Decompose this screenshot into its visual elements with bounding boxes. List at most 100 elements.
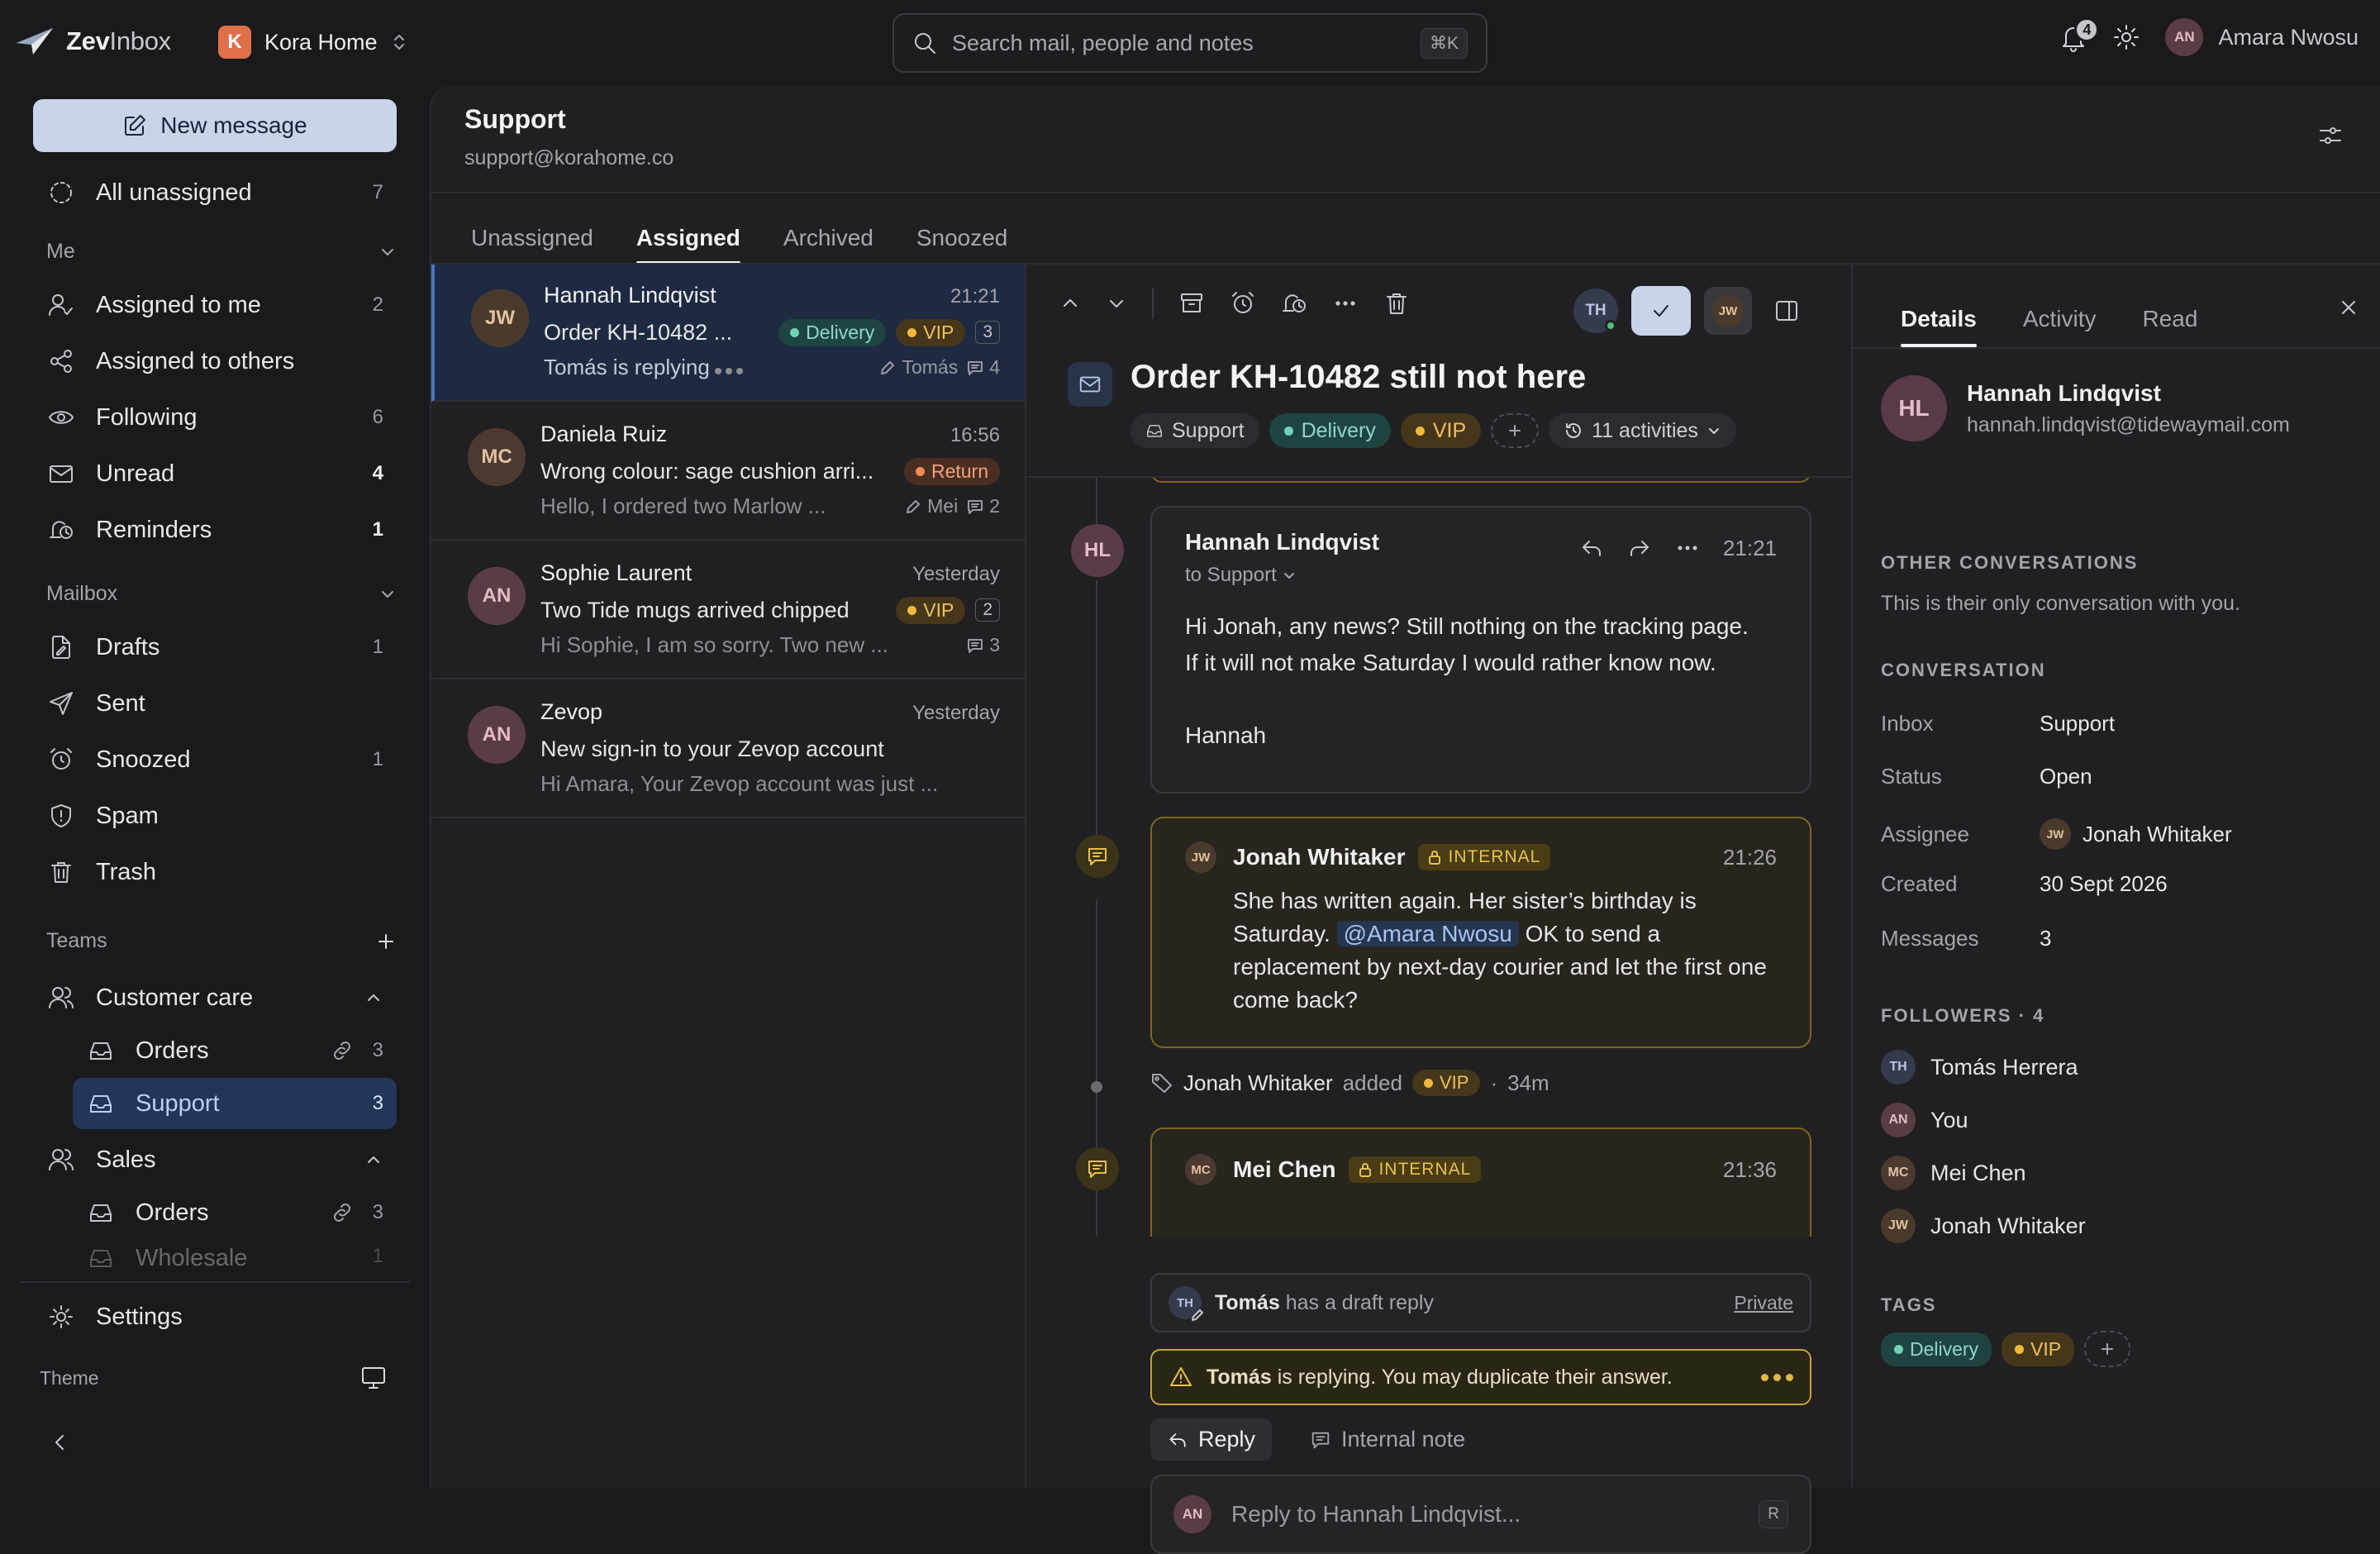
sidebar-item-label: Wholesale: [136, 1245, 248, 1271]
chevron-down-icon[interactable]: [1106, 293, 1127, 314]
sidebar-item-spam[interactable]: Spam: [33, 790, 397, 841]
details-tabs-divider: [1853, 347, 2380, 349]
collapse-sidebar-icon[interactable]: [50, 1432, 71, 1453]
note-author: Mei Chen: [1233, 1156, 1336, 1182]
sidebar-item-assigned-to-others[interactable]: Assigned to others: [33, 336, 397, 387]
more-horizontal-icon[interactable]: [1675, 536, 1700, 560]
reply-input[interactable]: AN Reply to Hannah Lindqvist... R: [1150, 1475, 1811, 1554]
contact-card[interactable]: HL Hannah Lindqvist hannah.lindqvist@tid…: [1881, 375, 2290, 441]
follower-item[interactable]: AN You: [1881, 1103, 1968, 1137]
timeline-line: [1096, 580, 1097, 853]
internal-note-mode-tab[interactable]: Internal note: [1293, 1418, 1482, 1461]
conversation-item[interactable]: HL Hannah Lindqvist 21:21 Order KH-10482…: [431, 265, 1025, 402]
notifications-button[interactable]: 4: [2059, 17, 2100, 52]
mark-done-button[interactable]: [1631, 286, 1691, 336]
sidebar-item-following[interactable]: Following 6: [33, 392, 397, 443]
section-me[interactable]: Me: [46, 240, 397, 264]
conversation-item[interactable]: DR Daniela Ruiz 16:56 Wrong colour: sage…: [431, 403, 1025, 541]
reminder-icon[interactable]: [1281, 290, 1307, 317]
draft-visibility[interactable]: Private: [1734, 1292, 1793, 1314]
snooze-clock-icon[interactable]: [1230, 290, 1256, 317]
sidebar-item-sent[interactable]: Sent: [33, 678, 397, 729]
sidebar-item-reminders[interactable]: Reminders 1: [33, 504, 397, 555]
user-menu[interactable]: AN Amara Nwosu: [2165, 18, 2359, 56]
sidebar-toggle-icon[interactable]: [1773, 298, 1800, 324]
section-mailbox[interactable]: Mailbox: [46, 582, 397, 606]
assignee-avatar: AN: [468, 706, 526, 764]
chevron-down-icon: [382, 590, 393, 598]
sidebar-item-drafts[interactable]: Drafts 1: [33, 622, 397, 673]
mention-amara[interactable]: @Amara Nwosu: [1336, 921, 1519, 946]
reply-icon[interactable]: [1579, 536, 1604, 560]
message-avatar: HL: [1071, 524, 1124, 577]
sidebar-item-settings[interactable]: Settings: [33, 1291, 397, 1342]
gear-icon[interactable]: [2112, 23, 2140, 51]
sidebar-item-label: Orders: [136, 1199, 209, 1226]
sidebar-item-all-unassigned[interactable]: All unassigned 7: [33, 167, 397, 218]
sidebar-item-label: Trash: [96, 858, 157, 885]
assignee-avatar: JW: [2040, 818, 2071, 850]
forward-icon[interactable]: [1627, 536, 1652, 560]
tag-delivery[interactable]: Delivery: [1269, 413, 1391, 448]
note-author: Jonah Whitaker: [1233, 844, 1406, 870]
sidebar-team-sales[interactable]: Sales: [33, 1134, 397, 1185]
workspace-switcher[interactable]: K Kora Home: [218, 26, 407, 59]
search-input[interactable]: Search mail, people and notes ⌘K: [892, 13, 1488, 73]
add-tag-button[interactable]: [1491, 413, 1540, 448]
activities-dropdown[interactable]: 11 activities: [1549, 413, 1736, 448]
tab-snoozed[interactable]: Snoozed: [916, 225, 1008, 263]
inbox-header: Support support@korahome.co: [464, 104, 674, 170]
field-messages: Messages 3: [1881, 926, 2052, 951]
sidebar-inbox-customer-care-support[interactable]: Support 3: [73, 1078, 397, 1129]
tab-unassigned[interactable]: Unassigned: [471, 225, 593, 263]
details-tags: Delivery VIP: [1881, 1331, 2131, 1367]
user-check-icon: [49, 294, 73, 316]
tab-details[interactable]: Details: [1901, 306, 1977, 347]
lock-icon: [1429, 851, 1441, 865]
sidebar-inbox-sales-orders[interactable]: Orders 3: [73, 1187, 397, 1238]
tag-vip[interactable]: VIP: [2002, 1332, 2075, 1366]
sidebar-item-count: 4: [372, 462, 383, 484]
follower-item[interactable]: TH Tomás Herrera: [1881, 1050, 2078, 1084]
sidebar-item-assigned-to-me[interactable]: Assigned to me 2: [33, 279, 397, 331]
tab-assigned[interactable]: Assigned: [635, 225, 740, 265]
sidebar-inbox-customer-care-orders[interactable]: Orders 3: [73, 1025, 397, 1076]
chevron-up-icon[interactable]: [1059, 293, 1081, 314]
conversation-preview: Hi Sophie, I am so sorry. Two new ...: [540, 632, 888, 657]
inbox-chip[interactable]: Support: [1130, 413, 1259, 448]
sidebar-team-customer-care[interactable]: Customer care: [33, 972, 397, 1023]
message-recipient[interactable]: to Support: [1185, 564, 1379, 587]
sidebar-inbox-sales-wholesale[interactable]: Wholesale 1: [73, 1240, 397, 1273]
field-assignee[interactable]: Assignee JW Jonah Whitaker: [1881, 818, 2360, 850]
monitor-icon[interactable]: [360, 1366, 387, 1390]
pencil-icon: [881, 360, 895, 374]
inbox-icon: [1147, 425, 1162, 437]
follower-item[interactable]: JW Jonah Whitaker: [1881, 1208, 2086, 1243]
field-status[interactable]: Status Open: [1881, 764, 2360, 789]
plus-icon[interactable]: [375, 931, 397, 952]
conversation-item[interactable]: Zevop Yesterday New sign-in to your Zevo…: [431, 681, 1025, 818]
sidebar-item-trash[interactable]: Trash: [33, 846, 397, 898]
more-horizontal-icon[interactable]: [1332, 290, 1359, 317]
new-message-button[interactable]: New message: [33, 99, 397, 152]
reply-mode-tab[interactable]: Reply: [1150, 1418, 1273, 1461]
sidebar-item-snoozed[interactable]: Snoozed 1: [33, 734, 397, 785]
archive-icon[interactable]: [1178, 290, 1205, 317]
app-logo[interactable]: ZevInbox: [15, 25, 171, 58]
timeline-event-dot: [1091, 1081, 1102, 1093]
close-icon[interactable]: [2337, 296, 2360, 319]
draft-reply-bar[interactable]: TH Tomás has a draft reply Private: [1150, 1273, 1811, 1332]
tag-vip[interactable]: VIP: [1400, 413, 1482, 448]
sliders-icon[interactable]: [2317, 122, 2344, 149]
assignee-button[interactable]: JW: [1704, 287, 1752, 335]
tag-delivery[interactable]: Delivery: [1881, 1332, 1992, 1366]
add-tag-button[interactable]: [2084, 1331, 2131, 1367]
sidebar-item-unread[interactable]: Unread 4: [33, 448, 397, 499]
follower-item[interactable]: MC Mei Chen: [1881, 1156, 2026, 1190]
trash-icon[interactable]: [1383, 290, 1410, 317]
tag-icon: [1152, 1074, 1172, 1093]
conversation-item[interactable]: SL Sophie Laurent Yesterday Two Tide mug…: [431, 542, 1025, 679]
tab-archived[interactable]: Archived: [783, 225, 873, 263]
tab-activity[interactable]: Activity: [2023, 306, 2097, 346]
tab-read[interactable]: Read: [2143, 306, 2198, 346]
